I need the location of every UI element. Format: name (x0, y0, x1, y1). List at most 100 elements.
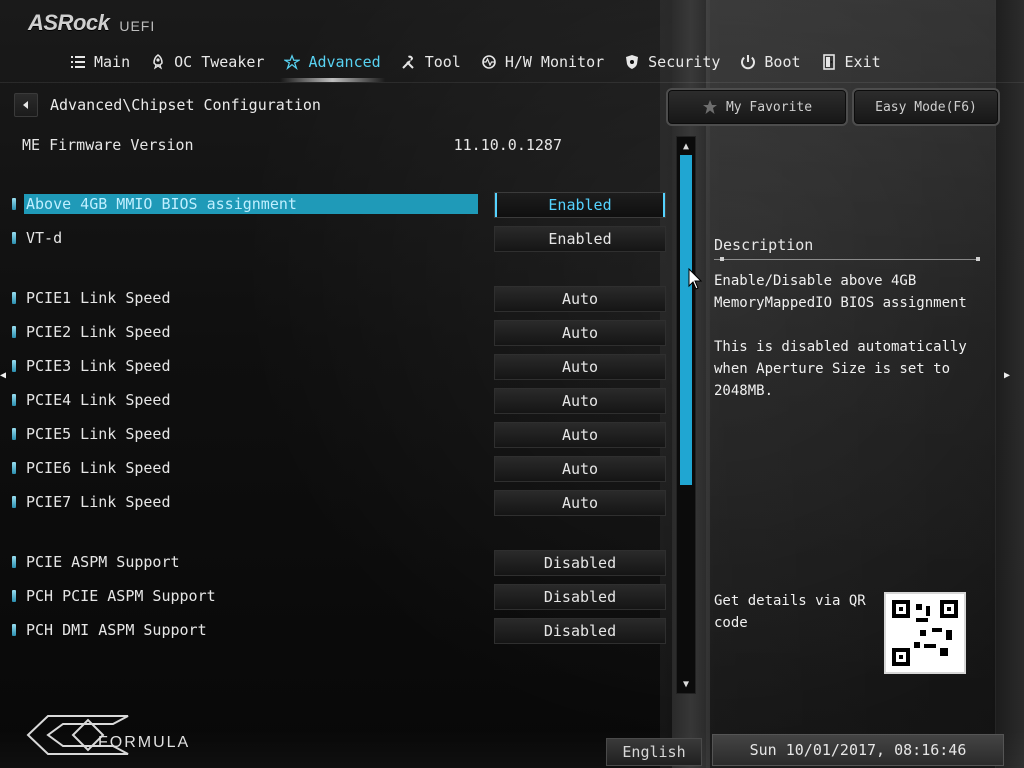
setting-label: PCIE3 Link Speed (26, 357, 171, 375)
top-navigation: Main OC Tweaker Advanced Tool H/W Monito… (60, 46, 1000, 82)
star-icon (702, 100, 717, 114)
exit-icon (821, 54, 837, 70)
tab-tool[interactable]: Tool (391, 46, 471, 78)
tab-boot[interactable]: Boot (730, 46, 810, 78)
setting-bullet-icon (12, 198, 16, 210)
setting-value-dropdown[interactable]: Enabled (494, 226, 666, 252)
breadcrumb: Advanced\Chipset Configuration (14, 93, 321, 117)
setting-bullet-icon (12, 292, 16, 304)
tab-label: Main (94, 53, 131, 71)
setting-row-pcie-aspm-support[interactable]: PCIE ASPM Support Disabled (0, 548, 680, 576)
setting-row-pch-pcie-aspm-support[interactable]: PCH PCIE ASPM Support Disabled (0, 582, 680, 610)
system-datetime: Sun 10/01/2017, 08:16:46 (712, 734, 1004, 766)
setting-value-dropdown[interactable]: Disabled (494, 618, 666, 644)
qr-text: Get details via QR code (714, 593, 866, 631)
setting-label: Above 4GB MMIO BIOS assignment (24, 194, 478, 214)
shield-icon (624, 54, 640, 70)
tab-label: Exit (844, 53, 881, 71)
setting-value-dropdown[interactable]: Auto (494, 456, 666, 482)
brand-name: ASRock (28, 10, 110, 35)
tab-exit[interactable]: Exit (811, 46, 891, 78)
tab-security[interactable]: Security (614, 46, 730, 78)
monitor-icon (481, 54, 497, 70)
asrock-logo: ASRock UEFI (28, 10, 155, 36)
scroll-up-icon[interactable]: ▲ (679, 139, 693, 153)
rocket-icon (150, 54, 166, 70)
formula-text: FORMULA (98, 734, 191, 751)
me-firmware-value: 11.10.0.1287 (453, 136, 562, 154)
setting-value-dropdown[interactable]: Enabled (494, 192, 666, 218)
setting-row-pcie7-link-speed[interactable]: PCIE7 Link Speed Auto (0, 488, 680, 516)
setting-bullet-icon (12, 428, 16, 440)
description-divider (714, 257, 980, 261)
setting-label: PCIE7 Link Speed (26, 493, 171, 511)
my-favorite-label: My Favorite (725, 99, 813, 115)
setting-value-dropdown[interactable]: Auto (494, 286, 666, 312)
easy-mode-label: Easy Mode(F6) (875, 99, 977, 115)
setting-value-dropdown[interactable]: Auto (494, 490, 666, 516)
setting-bullet-icon (12, 326, 16, 338)
brand-suffix: UEFI (119, 18, 156, 34)
tab-label: Advanced (308, 53, 381, 71)
setting-row-vt-d[interactable]: VT-d Enabled (0, 224, 680, 252)
tab-oc-tweaker[interactable]: OC Tweaker (140, 46, 274, 78)
tools-icon (401, 54, 417, 70)
scroll-down-icon[interactable]: ▼ (679, 677, 693, 691)
setting-label: PCIE4 Link Speed (26, 391, 171, 409)
tab-label: Boot (764, 53, 801, 71)
setting-bullet-icon (12, 496, 16, 508)
list-icon (70, 54, 86, 70)
tab-label: OC Tweaker (174, 53, 265, 71)
tab-main[interactable]: Main (60, 46, 140, 78)
easy-mode-button[interactable]: Easy Mode(F6) (852, 88, 1000, 126)
description-title: Description (714, 236, 814, 254)
breadcrumb-path: Advanced\Chipset Configuration (50, 96, 321, 114)
setting-value-dropdown[interactable]: Auto (494, 422, 666, 448)
setting-label: PCH PCIE ASPM Support (26, 587, 216, 605)
star-icon (284, 54, 301, 70)
setting-row-pcie1-link-speed[interactable]: PCIE1 Link Speed Auto (0, 284, 680, 312)
tab-label: Security (648, 53, 721, 71)
me-firmware-label: ME Firmware Version (22, 136, 194, 154)
tab-hw-monitor[interactable]: H/W Monitor (471, 46, 614, 78)
setting-bullet-icon (12, 556, 16, 568)
power-icon (740, 54, 756, 70)
setting-label: PCIE1 Link Speed (26, 289, 171, 307)
edge-arrow-icon: ◀ (0, 370, 7, 381)
setting-row-pcie3-link-speed[interactable]: PCIE3 Link Speed Auto (0, 352, 680, 380)
setting-bullet-icon (12, 624, 16, 636)
setting-bullet-icon (12, 394, 16, 406)
language-selector[interactable]: English (606, 738, 702, 766)
setting-value-dropdown[interactable]: Auto (494, 388, 666, 414)
description-text: Enable/Disable above 4GB MemoryMappedIO … (714, 273, 967, 399)
setting-label: PCIE6 Link Speed (26, 459, 171, 477)
me-firmware-row: ME Firmware Version 11.10.0.1287 (22, 134, 562, 156)
setting-bullet-icon (12, 232, 16, 244)
setting-row-pch-dmi-aspm-support[interactable]: PCH DMI ASPM Support Disabled (0, 616, 680, 644)
back-button[interactable] (14, 93, 38, 117)
scroll-thumb[interactable] (680, 155, 692, 485)
back-arrow-icon (23, 101, 28, 109)
setting-row-pcie2-link-speed[interactable]: PCIE2 Link Speed Auto (0, 318, 680, 346)
tab-label: Tool (424, 53, 461, 71)
setting-row-pcie5-link-speed[interactable]: PCIE5 Link Speed Auto (0, 420, 680, 448)
setting-value-dropdown[interactable]: Auto (494, 354, 666, 380)
setting-bullet-icon (12, 462, 16, 474)
tab-label: H/W Monitor (504, 53, 605, 71)
qr-pattern (886, 594, 964, 672)
setting-label: VT-d (26, 229, 63, 247)
settings-scrollbar[interactable]: ▲ ▼ (676, 136, 696, 694)
setting-value-dropdown[interactable]: Disabled (494, 584, 666, 610)
setting-row-above-4gb-mmio[interactable]: Above 4GB MMIO BIOS assignment Enabled (0, 190, 680, 218)
setting-bullet-icon (12, 590, 16, 602)
setting-value-dropdown[interactable]: Disabled (494, 550, 666, 576)
setting-value-dropdown[interactable]: Auto (494, 320, 666, 346)
my-favorite-button[interactable]: My Favorite (666, 88, 848, 126)
setting-row-pcie4-link-speed[interactable]: PCIE4 Link Speed Auto (0, 386, 680, 414)
setting-label: PCH DMI ASPM Support (26, 621, 207, 639)
setting-label: PCIE2 Link Speed (26, 323, 171, 341)
setting-row-pcie6-link-speed[interactable]: PCIE6 Link Speed Auto (0, 454, 680, 482)
qr-code[interactable] (884, 592, 966, 674)
tab-advanced[interactable]: Advanced (274, 46, 390, 82)
setting-bullet-icon (12, 360, 16, 372)
